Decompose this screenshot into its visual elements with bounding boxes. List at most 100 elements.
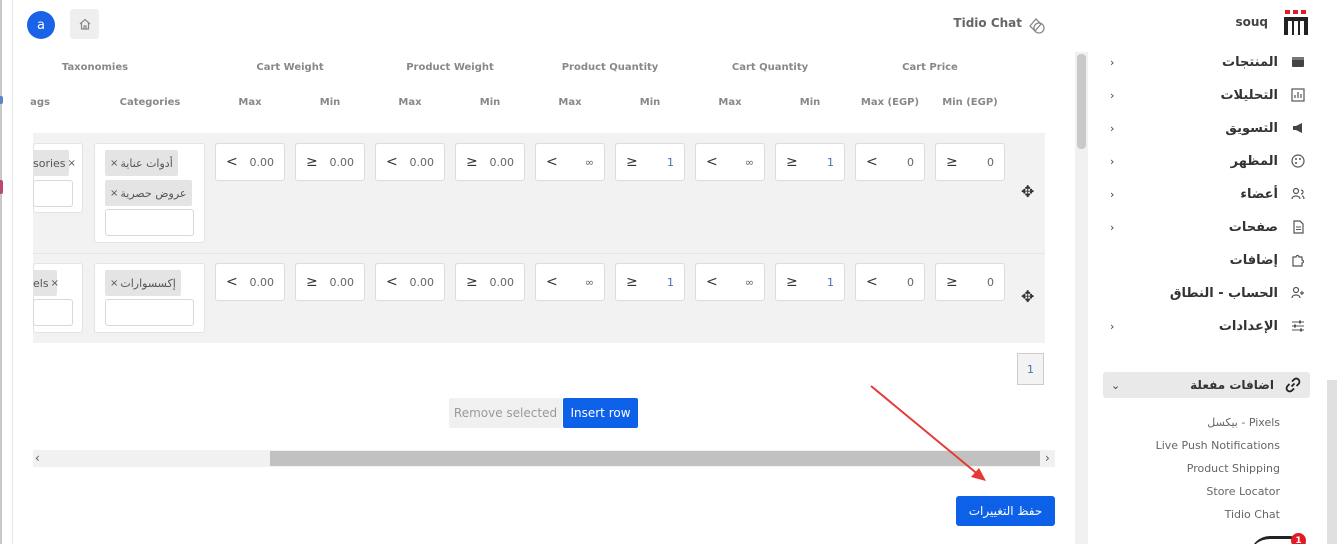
home-icon	[79, 18, 90, 30]
product-qty-max-input[interactable]: < ∞	[535, 263, 605, 301]
pagination-page-button[interactable]: 1	[1017, 353, 1044, 385]
cell-value: 0	[907, 275, 914, 289]
col-header-cart-price-min: Min (EGP)	[942, 97, 998, 108]
col-header-cart-qty-min: Min	[799, 97, 821, 108]
sidebar-item-5[interactable]: › أعضاء	[1110, 179, 1306, 209]
comparison-operator: ≥	[626, 274, 638, 290]
tag-remove-icon[interactable]: ×	[51, 278, 59, 289]
remove-selected-button[interactable]: Remove selected	[449, 398, 562, 428]
sidebar-item-8[interactable]: الحساب - النطاق	[1110, 278, 1306, 308]
sidebar-item-3[interactable]: › التسويق	[1110, 113, 1306, 143]
link-icon	[1285, 377, 1301, 393]
tag-remove-icon[interactable]: ×	[68, 158, 76, 169]
sidebar-item-label: التسويق	[1225, 120, 1278, 136]
sidebar-item-1[interactable]: › المنتجات	[1110, 47, 1306, 77]
sidebar-item-7[interactable]: إضافات	[1110, 245, 1306, 275]
cart-weight-min-input[interactable]: ≥0.00	[295, 263, 365, 301]
sidebar-item-label: المنتجات	[1222, 54, 1278, 70]
sidebar-item-4[interactable]: › المظهر	[1110, 146, 1306, 176]
chevron-right-icon: ›	[1110, 220, 1115, 234]
comparison-operator: <	[386, 274, 398, 290]
content-divider	[12, 0, 13, 544]
tag-remove-icon[interactable]: ×	[110, 188, 118, 199]
addon-link[interactable]: Store Locator	[1120, 485, 1280, 498]
addon-link[interactable]: Product Shipping	[1120, 462, 1280, 475]
addon-link[interactable]: Tidio Chat	[1120, 508, 1280, 521]
group-header-cart-weight: Cart Weight	[256, 62, 324, 73]
group-header-cart-quantity: Cart Quantity	[731, 62, 809, 73]
sidebar-item-label: المظهر	[1230, 153, 1278, 169]
product-weight-max-input[interactable]: <0.00	[375, 143, 445, 181]
category-label: أدوات عناية	[120, 156, 173, 170]
cart-qty-min-input[interactable]: ≥1	[775, 143, 845, 181]
tag-label: sories	[33, 156, 66, 170]
cart-price-max-input[interactable]: <0	[855, 263, 925, 301]
comparison-operator: <	[706, 154, 718, 170]
cart-weight-min-input[interactable]: ≥0.00	[295, 143, 365, 181]
tags-input[interactable]	[33, 180, 73, 207]
comparison-operator: ≥	[946, 154, 958, 170]
cell-value: 0.00	[409, 275, 435, 289]
categories-input[interactable]	[105, 209, 194, 236]
cart-price-min-input[interactable]: ≥0	[935, 143, 1005, 181]
addon-link[interactable]: Live Push Notifications	[1120, 439, 1280, 452]
scroll-left-icon[interactable]: ‹	[35, 451, 40, 465]
drag-handle-icon[interactable]: ✥	[1021, 182, 1034, 201]
active-addons-label: اضافات مفعلة	[1190, 378, 1274, 392]
comparison-operator: <	[546, 274, 558, 290]
insert-row-button[interactable]: Insert row	[563, 398, 638, 428]
avatar[interactable]: a	[27, 11, 55, 39]
cell-value: 0	[987, 155, 994, 169]
tags-input[interactable]	[33, 299, 73, 326]
home-button[interactable]	[70, 9, 99, 39]
sidebar-scrollbar[interactable]	[1327, 380, 1337, 544]
cart-qty-max-input[interactable]: < ∞	[695, 263, 765, 301]
cell-value: 0.00	[329, 275, 355, 289]
chart-icon	[1290, 87, 1306, 103]
sidebar-item-label: أعضاء	[1240, 186, 1278, 202]
product-qty-min-input[interactable]: ≥1	[615, 263, 685, 301]
product-qty-min-input[interactable]: ≥1	[615, 143, 685, 181]
brand-logo-icon[interactable]	[1283, 10, 1309, 40]
product-weight-max-input[interactable]: <0.00	[375, 263, 445, 301]
comparison-operator: ≥	[306, 154, 318, 170]
addon-link[interactable]: بيكسل - Pixels	[1120, 416, 1280, 429]
product-qty-max-input[interactable]: < ∞	[535, 143, 605, 181]
cart-qty-max-input[interactable]: < ∞	[695, 143, 765, 181]
tag-chip: els ×	[33, 270, 59, 296]
product-weight-min-input[interactable]: ≥0.00	[455, 263, 525, 301]
comparison-operator: ≥	[466, 274, 478, 290]
save-changes-button[interactable]: حفظ التغييرات	[956, 496, 1055, 526]
cart-price-min-input[interactable]: ≥0	[935, 263, 1005, 301]
scroll-right-icon[interactable]: ›	[1045, 451, 1050, 465]
vertical-scrollbar-thumb[interactable]	[1077, 54, 1086, 149]
drag-handle-icon[interactable]: ✥	[1021, 287, 1034, 306]
chevron-right-icon: ›	[1110, 121, 1115, 135]
cart-price-max-input[interactable]: <0	[855, 143, 925, 181]
comparison-operator: <	[226, 274, 238, 290]
tag-remove-icon[interactable]: ×	[110, 278, 118, 289]
comparison-operator: ≥	[786, 274, 798, 290]
sidebar-item-6[interactable]: › صفحات	[1110, 212, 1306, 242]
sidebar-item-2[interactable]: › التحليلات	[1110, 80, 1306, 110]
sidebar-item-label: الحساب - النطاق	[1169, 285, 1278, 301]
chevron-down-icon: ⌄	[1111, 378, 1121, 392]
categories-input[interactable]	[105, 299, 194, 326]
cart-weight-max-input[interactable]: <0.00	[215, 263, 285, 301]
cart-qty-min-input[interactable]: ≥1	[775, 263, 845, 301]
category-chip: × أدوات عناية	[105, 150, 178, 176]
chevron-right-icon: ›	[1110, 319, 1115, 333]
app-title: Tidio Chat	[953, 16, 1022, 30]
cell-value: ∞	[584, 275, 594, 289]
chevron-right-icon: ›	[1110, 154, 1115, 168]
product-weight-min-input[interactable]: ≥0.00	[455, 143, 525, 181]
edge-indicator	[0, 96, 3, 104]
tag-remove-icon[interactable]: ×	[110, 158, 118, 169]
annotation-arrow-icon	[870, 385, 986, 481]
active-addons-header[interactable]: ⌄ اضافات مفعلة	[1103, 372, 1310, 398]
cell-value: ∞	[744, 155, 754, 169]
sidebar-item-9[interactable]: › الإعدادات	[1110, 311, 1306, 341]
cart-weight-max-input[interactable]: <0.00	[215, 143, 285, 181]
col-header-cart-qty-max: Max	[718, 97, 742, 108]
cell-value: 0.00	[329, 155, 355, 169]
